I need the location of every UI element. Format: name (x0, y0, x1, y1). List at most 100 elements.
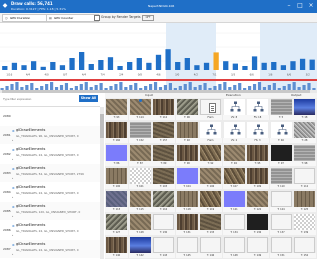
group-by-render-targets-checkbox[interactable] (94, 15, 100, 21)
resource-thumbnail[interactable]: T: 133 (199, 213, 222, 235)
resource-thumbnail[interactable]: T: 107 (222, 167, 246, 189)
resource-thumbnail[interactable]: T: 114 (128, 98, 152, 120)
resource-thumbnail[interactable]: VS: 8 (222, 98, 246, 120)
resource-thumbnail[interactable]: T: 118 (175, 190, 199, 212)
resource-thumbnail[interactable]: T: 127 (105, 213, 128, 235)
show-all-button[interactable]: Show All (79, 95, 98, 102)
filter-input[interactable] (3, 96, 73, 102)
resource-thumbnail[interactable]: FS: 18 (246, 98, 269, 120)
timeline-bar[interactable] (2, 66, 8, 70)
timeline-bar[interactable] (213, 52, 219, 70)
timeline-bar[interactable] (271, 62, 277, 70)
expand-icon[interactable]: ▸ (12, 177, 13, 180)
expand-icon[interactable]: ▸ (12, 253, 13, 256)
resource-thumbnail[interactable]: T: 157 (152, 121, 175, 143)
timeline-bar[interactable] (59, 65, 66, 70)
timeline-bar[interactable] (232, 63, 238, 70)
timeline-bar[interactable] (175, 62, 181, 70)
resource-thumbnail[interactable]: T: 142 (128, 236, 152, 258)
timeline-bar[interactable] (251, 56, 258, 70)
timeline-bar[interactable] (11, 62, 18, 70)
gpu-counter-dropdown[interactable]: ▤ GPU Counter ▾ (46, 14, 99, 22)
resource-thumbnail[interactable]: T: 149 (246, 236, 269, 258)
timeline-bar[interactable] (146, 62, 152, 70)
resource-thumbnail[interactable]: T: 130 (152, 213, 175, 235)
resource-thumbnail[interactable]: T: 112 (293, 167, 316, 189)
resource-thumbnail[interactable]: T: 151 (269, 236, 293, 258)
resource-thumbnail[interactable]: T: 28 (293, 121, 316, 143)
resource-thumbnail[interactable]: T: 136 (246, 213, 269, 235)
resource-thumbnail[interactable]: T: 87 (128, 144, 152, 166)
resource-thumbnail[interactable]: T: 145 (175, 236, 199, 258)
resource-thumbnail[interactable]: T: 104 (175, 167, 199, 189)
timeline-bar[interactable] (107, 57, 114, 70)
expand-icon[interactable]: ▸ (12, 158, 13, 161)
resource-thumbnail[interactable]: T: 143 (152, 236, 175, 258)
resource-thumbnail[interactable]: T: 90 (175, 144, 199, 166)
event-row[interactable]: 2082 ⚙ glDrawElements GL_TRIANGLES, 24, GL_… (0, 145, 100, 163)
timeline-bar[interactable] (127, 62, 133, 70)
timeline-bar[interactable] (194, 65, 200, 70)
resource-thumbnail[interactable]: T: 152 (293, 236, 316, 258)
event-row[interactable]: 2086 ⚙ glDrawElements GL_TRIANGLES, 24, GL_… (0, 221, 100, 239)
timeline-bar[interactable] (299, 58, 306, 70)
resource-thumbnail[interactable]: T: 18 (293, 98, 316, 120)
resource-thumbnail[interactable]: T: 146 (199, 236, 222, 258)
resource-thumbnail[interactable]: T: 124 (269, 190, 293, 212)
resource-thumbnail[interactable]: T: 122 (246, 190, 269, 212)
resource-thumbnail[interactable]: T: 89 (152, 144, 175, 166)
resource-thumbnail[interactable]: T: 137 (269, 213, 293, 235)
resource-thumbnail[interactable]: T: 116 (152, 190, 175, 212)
timeline-bar[interactable] (117, 66, 123, 70)
gpu-duration-dropdown[interactable]: ◷ GPU Duration ▾ (2, 14, 51, 22)
resource-thumbnail[interactable]: T: 5 (269, 98, 293, 120)
timeline-bar[interactable] (30, 61, 37, 70)
timeline-bar[interactable] (223, 61, 229, 70)
resource-thumbnail[interactable]: T: 103 (152, 167, 175, 189)
timeline-bar[interactable] (21, 65, 27, 70)
resource-thumbnail[interactable]: T: 96 (175, 98, 199, 120)
timeline-bar[interactable] (261, 62, 267, 70)
timeline-bar[interactable] (136, 58, 142, 70)
event-row[interactable]: 2087 ⚙ glDrawElements GL_TRIANGLES, 24, GL_… (0, 240, 100, 258)
resource-thumbnail[interactable]: FS: 3 (246, 121, 269, 143)
timeline-bar[interactable] (280, 65, 287, 70)
event-row[interactable]: 2080 (0, 107, 100, 125)
minimize-icon[interactable]: – (285, 2, 293, 10)
event-row[interactable]: 2084 ⚙ glDrawElements GL_TRIANGLES, 24, GL_… (0, 183, 100, 201)
resource-thumbnail[interactable]: T: 134 (222, 213, 246, 235)
resource-thumbnail[interactable]: T: 152 (128, 121, 152, 143)
resource-thumbnail[interactable]: T: 119 (199, 190, 222, 212)
toggle-switch[interactable]: OFF (142, 15, 154, 21)
vertical-scrollbar-thumb[interactable] (100, 114, 104, 138)
expand-icon[interactable]: ▸ (12, 196, 13, 199)
resource-thumbnail[interactable]: T: 148 (222, 236, 246, 258)
resource-thumbnail[interactable]: T: 110 (269, 167, 293, 189)
timeline-bar[interactable] (155, 54, 162, 70)
timeline-bar[interactable] (50, 62, 56, 70)
resource-thumbnail[interactable]: T: 139 (293, 213, 316, 235)
resource-thumbnail[interactable]: T: 128 (128, 213, 152, 235)
timeline-bar[interactable] (203, 62, 210, 70)
resource-thumbnail[interactable]: T: 140 (105, 236, 128, 258)
timeline-bar[interactable] (98, 60, 104, 70)
resource-thumbnail[interactable]: T: 97 (269, 144, 293, 166)
timeline-bar[interactable] (309, 59, 315, 70)
timeline-chart[interactable]: 1/16 4/4 4/0 8/7 4/4 7/4 2/4 0/8 4/6 3/0 4/2 7/1 3/3… (0, 23, 317, 90)
event-row[interactable]: 2083 ⚙ glDrawElements GL_TRIANGLES, 54, GL_… (0, 164, 100, 182)
resource-thumbnail[interactable]: T: 160 (105, 121, 128, 143)
timeline-bar[interactable] (40, 66, 46, 70)
timeline-bar[interactable] (69, 58, 75, 70)
resource-thumbnail[interactable]: T: 125 (293, 190, 316, 212)
timeline-bar[interactable] (242, 66, 248, 70)
resource-thumbnail[interactable]: T: 112 (152, 98, 175, 120)
resource-thumbnail[interactable]: Fram (199, 98, 222, 120)
resource-thumbnail[interactable]: T: 121 (222, 190, 246, 212)
resource-thumbnail[interactable]: T: 94 (222, 144, 246, 166)
timeline-bar[interactable] (290, 61, 296, 70)
resource-thumbnail[interactable]: T: 113 (105, 190, 128, 212)
timeline-bar[interactable] (88, 64, 94, 70)
close-icon[interactable]: × (307, 2, 315, 10)
resource-thumbnail[interactable]: Fram (199, 121, 222, 143)
resource-thumbnail[interactable]: T: 98 (293, 144, 316, 166)
